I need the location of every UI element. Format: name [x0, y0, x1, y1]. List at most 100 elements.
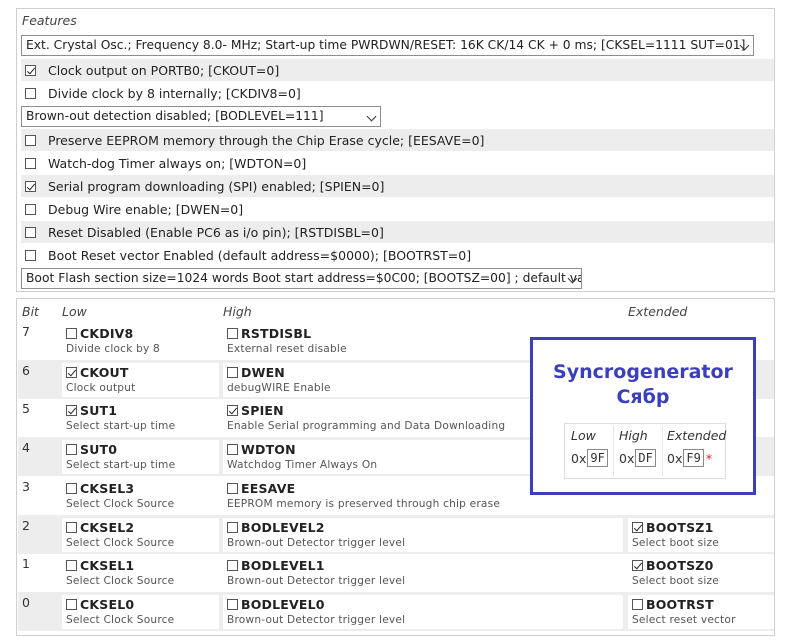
- fuse-bit-description: Clock output: [66, 381, 136, 394]
- option-ckout[interactable]: Clock output on PORTB0; [CKOUT=0]: [21, 59, 774, 81]
- option-label: Debug Wire enable; [DWEN=0]: [48, 201, 244, 217]
- hex-prefix: 0x: [571, 450, 587, 466]
- fuse-bit-name: BOOTSZ0: [646, 558, 714, 574]
- fuse-bit-name: CKSEL0: [80, 596, 135, 612]
- fuse-bit-cksel3[interactable]: CKSEL3 Select Clock Source: [62, 478, 219, 513]
- chevron-down-icon: [366, 111, 377, 122]
- checkbox-rstdisbl[interactable]: [227, 328, 238, 339]
- clock-source-value: Ext. Crystal Osc.; Frequency 8.0- MHz; S…: [26, 38, 746, 52]
- checkbox-wdton[interactable]: [227, 444, 238, 456]
- checkbox-ckdiv8[interactable]: [66, 328, 77, 339]
- fuse-bit-bodlevel0[interactable]: BODLEVEL0 Brown-out Detector trigger leve…: [223, 594, 623, 629]
- checkbox-cksel1[interactable]: [66, 560, 77, 572]
- fuse-bit-name: BODLEVEL2: [241, 519, 325, 535]
- bit-number: 0: [22, 594, 30, 610]
- fuse-bit-description: EEPROM memory is preserved through chip …: [227, 497, 501, 510]
- checkbox-rstdisbl[interactable]: [25, 226, 36, 238]
- fuse-bit-bodlevel1[interactable]: BODLEVEL1 Brown-out Detector trigger leve…: [223, 556, 623, 591]
- fuse-bit-ckout[interactable]: CKOUT Clock output: [62, 362, 219, 397]
- fuse-bit-description: Select Clock Source: [66, 575, 175, 588]
- option-label: Divide clock by 8 internally; [CKDIV8=0]: [48, 85, 301, 101]
- hex-prefix: 0x: [619, 450, 635, 466]
- fuse-bit-ckdiv8[interactable]: CKDIV8 Divide clock by 8: [62, 324, 219, 358]
- fuse-bit-name: EESAVE: [241, 480, 296, 496]
- fuse-bit-sut0[interactable]: SUT0 Select start-up time: [62, 440, 219, 475]
- option-rstdisbl[interactable]: Reset Disabled (Enable PC6 as i/o pin); …: [21, 221, 774, 243]
- checkbox-cksel3[interactable]: [66, 482, 77, 494]
- checkbox-sut1[interactable]: [66, 405, 77, 417]
- option-eesave[interactable]: Preserve EEPROM memory through the Chip …: [21, 129, 774, 151]
- low-fuse-field[interactable]: 9F: [587, 449, 608, 467]
- checkbox-ckout[interactable]: [25, 64, 36, 76]
- checkbox-ckout[interactable]: [66, 366, 77, 378]
- option-spien[interactable]: Serial program downloading (SPI) enabled…: [21, 175, 774, 197]
- checkbox-eesave[interactable]: [25, 134, 36, 146]
- checkbox-dwen[interactable]: [25, 203, 36, 215]
- fuse-bit-cksel1[interactable]: CKSEL1 Select Clock Source: [62, 556, 219, 591]
- option-dwen[interactable]: Debug Wire enable; [DWEN=0]: [21, 198, 774, 220]
- fuse-bit-description: Divide clock by 8: [66, 343, 161, 355]
- option-wdton[interactable]: Watch-dog Timer always on; [WDTON=0]: [21, 152, 774, 174]
- option-label: Reset Disabled (Enable PC6 as i/o pin); …: [48, 224, 384, 240]
- checkbox-bodlevel0[interactable]: [227, 598, 238, 610]
- fuse-bit-name: CKSEL2: [80, 519, 135, 535]
- clock-source-select[interactable]: Ext. Crystal Osc.; Frequency 8.0- MHz; S…: [21, 35, 754, 56]
- card-title: Syncrogenerator Сябр: [533, 360, 753, 410]
- checkbox-bootrst[interactable]: [632, 598, 643, 610]
- checkbox-bootrst[interactable]: [25, 249, 36, 261]
- fuse-summary-card: Syncrogenerator Сябр Low High Extended 0…: [530, 337, 756, 495]
- checkbox-wdton[interactable]: [25, 157, 36, 169]
- fuse-bit-name: CKSEL1: [80, 558, 135, 574]
- card-title-line1: Syncrogenerator: [553, 361, 733, 383]
- fuse-bit-cksel2[interactable]: CKSEL2 Select Clock Source: [62, 517, 219, 552]
- fuse-bit-sut1[interactable]: SUT1 Select start-up time: [62, 401, 219, 436]
- bit-number: 4: [22, 440, 30, 456]
- fuse-bit-bodlevel2[interactable]: BODLEVEL2 Brown-out Detector trigger leve…: [223, 517, 623, 552]
- fuse-bit-description: Brown-out Detector trigger level: [227, 613, 406, 626]
- header-low: Low: [62, 304, 87, 319]
- fuse-bit-cksel0[interactable]: CKSEL0 Select Clock Source: [62, 594, 219, 629]
- checkbox-bootsz1[interactable]: [632, 521, 643, 533]
- fuse-bit-bootsz1[interactable]: BOOTSZ1 Select boot size: [628, 517, 774, 552]
- checkbox-cksel2[interactable]: [66, 521, 77, 533]
- divider: [662, 426, 663, 476]
- header-high: High: [223, 304, 252, 319]
- checkbox-spien[interactable]: [25, 180, 36, 192]
- option-bootrst[interactable]: Boot Reset vector Enabled (default addre…: [21, 244, 774, 266]
- header-extended: Extended: [628, 304, 688, 319]
- high-fuse-value: 0x DF: [619, 449, 656, 467]
- checkbox-spien[interactable]: [227, 405, 238, 417]
- checkbox-cksel0[interactable]: [66, 598, 77, 610]
- fuse-bit-description: Select Clock Source: [66, 536, 175, 549]
- checkbox-bodlevel1[interactable]: [227, 560, 238, 572]
- bodlevel-select[interactable]: Brown-out detection disabled; [BODLEVEL=…: [21, 106, 381, 127]
- checkbox-bootsz0[interactable]: [632, 560, 643, 572]
- checkbox-eesave[interactable]: [227, 482, 238, 494]
- header-bit: Bit: [22, 304, 39, 319]
- fuse-bit-description: Select reset vector: [632, 613, 736, 626]
- divider: [613, 426, 614, 476]
- fuse-bit-bootsz0[interactable]: BOOTSZ0 Select boot size: [628, 556, 774, 591]
- fuse-bit-bootrst[interactable]: BOOTRST Select reset vector: [628, 594, 774, 629]
- extended-fuse-field[interactable]: F9: [683, 449, 704, 467]
- fuse-bit-description: Select start-up time: [66, 459, 176, 472]
- bit-number: 3: [22, 478, 30, 494]
- checkbox-ckdiv8[interactable]: [25, 87, 36, 99]
- fuse-bit-name: BOOTSZ1: [646, 519, 714, 535]
- fuse-bit-description: Select boot size: [632, 536, 719, 549]
- bootsz-select[interactable]: Boot Flash section size=1024 words Boot …: [21, 268, 582, 289]
- fuse-bit-description: Select boot size: [632, 575, 719, 588]
- features-legend: Features: [22, 13, 77, 28]
- bit-row-1: 1 CKSEL1 Select Clock Source BODLEVEL1 Brown…: [18, 553, 774, 592]
- fuse-values-box: Low High Extended 0x 9F 0x DF 0x F9 *: [564, 423, 726, 479]
- checkbox-dwen[interactable]: [227, 366, 238, 378]
- fuse-bit-name: SUT0: [80, 442, 118, 458]
- fuse-bit-name: WDTON: [241, 442, 296, 458]
- checkbox-bodlevel2[interactable]: [227, 521, 238, 533]
- option-ckdiv8[interactable]: Divide clock by 8 internally; [CKDIV8=0]: [21, 82, 774, 104]
- checkbox-sut0[interactable]: [66, 444, 77, 456]
- high-fuse-field[interactable]: DF: [635, 449, 656, 467]
- low-fuse-value: 0x 9F: [571, 449, 608, 467]
- fuse-bit-description: Brown-out Detector trigger level: [227, 575, 406, 588]
- fuse-bit-name: DWEN: [241, 364, 285, 380]
